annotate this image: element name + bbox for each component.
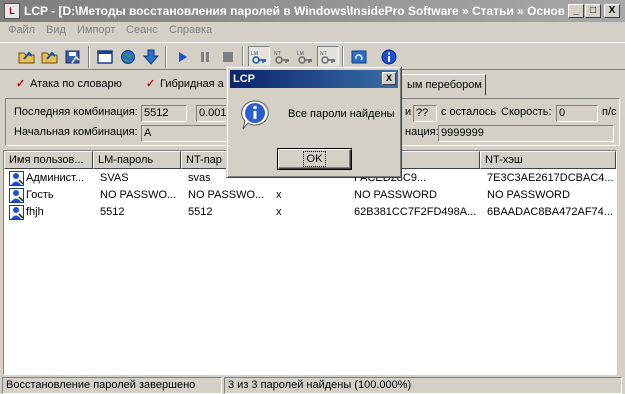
cell-lm-hash: 62B381CC7F2FD498A...	[354, 206, 477, 218]
last-combination-field: 5512	[141, 105, 187, 122]
window-title: LCP - [D:\Методы восстановления паролей …	[24, 4, 564, 18]
dialog-title-bar[interactable]: LCP X	[230, 70, 398, 88]
column-header-lm-password[interactable]: LM-пароль	[93, 151, 181, 169]
menu-help[interactable]: Справка	[169, 24, 212, 36]
remaining-label: с осталось	[441, 106, 497, 118]
column-header-nt-hash[interactable]: NT-хэш	[480, 151, 616, 169]
cell-user: fhjh	[26, 206, 44, 218]
tab-dictionary-attack[interactable]: ✓ Атака по словарю	[16, 74, 122, 96]
cell-nt-hash: 6BAADAC8BA472AF74...	[487, 206, 613, 218]
ok-button-label: OK	[302, 151, 327, 167]
last-combination-label: Последняя комбинация:	[14, 106, 138, 118]
status-message: Восстановление паролей завершено	[2, 377, 222, 394]
svg-text:NT: NT	[320, 51, 327, 57]
table-row[interactable]: Гость NO PASSWO... NO PASSWO... x NO PAS…	[4, 187, 616, 204]
start-combination-label: Начальная комбинация:	[14, 126, 138, 138]
lm-nt-key-icon[interactable]: LM	[294, 46, 316, 68]
ok-button[interactable]: OK	[277, 148, 352, 170]
tab-label: Гибридная а	[160, 78, 224, 90]
open-folder-icon[interactable]	[16, 46, 38, 68]
svg-text:LM: LM	[251, 51, 258, 57]
info-icon[interactable]	[378, 46, 400, 68]
cell-x: x	[276, 206, 282, 218]
start-combination-field[interactable]: A	[141, 125, 228, 142]
toolbar-separator	[88, 46, 90, 68]
globe-icon[interactable]	[117, 46, 139, 68]
tab-label: Атака по словарю	[30, 78, 122, 90]
remaining-field: ??	[413, 105, 437, 122]
cell-nt-password: 5512	[188, 206, 213, 218]
cell-lm-password: SVAS	[100, 172, 129, 184]
cell-lm-password: NO PASSWO...	[100, 189, 177, 201]
end-combination-label: нация:	[405, 126, 439, 138]
speed-label: Скорость:	[501, 106, 552, 118]
cell-nt-hash: 7E3C3AE2617DCBAC4...	[487, 172, 614, 184]
user-icon	[9, 171, 24, 186]
minimize-button[interactable]: _	[568, 4, 584, 18]
title-bar[interactable]: L LCP - [D:\Методы восстановления пароле…	[0, 0, 625, 22]
new-window-icon[interactable]	[94, 46, 116, 68]
main-window: L LCP - [D:\Методы восстановления пароле…	[0, 0, 625, 394]
info-icon	[241, 100, 269, 130]
stop-icon[interactable]	[217, 46, 239, 68]
checkmark-icon[interactable]: ✓	[16, 79, 26, 90]
end-combination-field[interactable]: 9999999	[438, 125, 614, 142]
cell-nt-password: NO PASSWO...	[188, 189, 265, 201]
cell-user: Админист...	[26, 172, 85, 184]
svg-text:NT: NT	[274, 51, 281, 57]
close-button[interactable]: X	[604, 4, 620, 18]
table-row[interactable]: fhjh 5512 5512 x 62B381CC7F2FD498A... 6B…	[4, 204, 616, 221]
cell-nt-hash: NO PASSWORD	[487, 189, 570, 201]
pause-icon[interactable]	[194, 46, 216, 68]
menu-bar: Файл Вид Импорт Сеанс Справка	[0, 22, 625, 40]
dialog-message: Все пароли найдены	[288, 108, 395, 120]
message-dialog: LCP X Все пароли найдены OK	[226, 66, 402, 178]
results-table: Имя пользов... LM-пароль NT-пар NT-хэш А…	[3, 150, 617, 375]
menu-view[interactable]: Вид	[46, 24, 66, 36]
user-icon	[9, 205, 24, 220]
menu-file[interactable]: Файл	[8, 24, 35, 36]
toolbar-separator	[242, 46, 244, 68]
toolbar-separator	[165, 46, 167, 68]
dialog-close-button[interactable]: X	[382, 72, 396, 85]
speed-unit: п/с	[602, 106, 617, 118]
cell-x: x	[276, 189, 282, 201]
tab-label: ым перебором	[407, 79, 482, 91]
toolbar-separator	[342, 46, 344, 68]
app-icon: L	[4, 3, 20, 19]
dialog-title: LCP	[233, 73, 255, 85]
menu-import[interactable]: Импорт	[77, 24, 115, 36]
status-count: 3 из 3 паролей найдены (100.000%)	[224, 377, 622, 394]
tab-brute-force[interactable]: ым перебором	[396, 74, 486, 96]
menu-session[interactable]: Сеанс	[126, 24, 158, 36]
svg-text:LM: LM	[297, 51, 304, 57]
refresh-icon[interactable]	[348, 46, 370, 68]
maximize-button[interactable]: □	[585, 4, 601, 18]
progress-field: 0.001	[196, 105, 228, 122]
column-header-user[interactable]: Имя пользов...	[4, 151, 93, 169]
download-icon[interactable]	[140, 46, 162, 68]
speed-field: 0	[556, 105, 598, 122]
remaining-prefix: и	[405, 106, 412, 118]
cell-lm-password: 5512	[100, 206, 125, 218]
nt-key-icon[interactable]: NT	[317, 46, 339, 68]
open-folder-icon[interactable]	[39, 46, 61, 68]
user-icon	[9, 188, 24, 203]
checkmark-icon[interactable]: ✓	[146, 79, 156, 90]
lm-key-icon[interactable]: LM	[248, 46, 270, 68]
save-icon[interactable]	[62, 46, 84, 68]
cell-user: Гость	[26, 189, 54, 201]
tab-hybrid-attack[interactable]: ✓ Гибридная а	[146, 74, 224, 96]
play-icon[interactable]	[171, 46, 193, 68]
cell-lm-hash: NO PASSWORD	[354, 189, 437, 201]
nt-key-icon[interactable]: NT	[271, 46, 293, 68]
